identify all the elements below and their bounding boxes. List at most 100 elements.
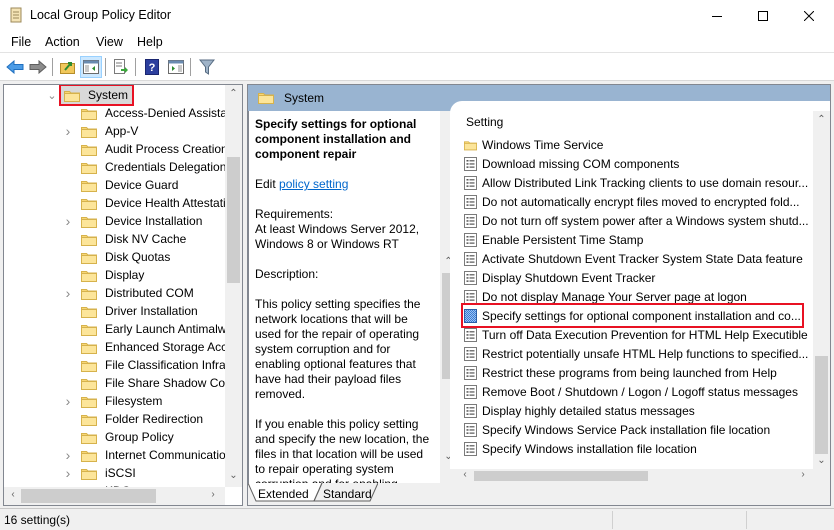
tree-node[interactable]: File Classification Infras: [81, 356, 225, 374]
setting-row[interactable]: Display Shutdown Event Tracker: [464, 268, 655, 287]
setting-row[interactable]: Do not turn off system power after a Win…: [464, 211, 809, 230]
tree-node[interactable]: Device Guard: [81, 176, 178, 194]
window-title: Local Group Policy Editor: [30, 8, 172, 22]
chevron-right-icon[interactable]: ›: [63, 213, 73, 229]
chevron-right-icon[interactable]: ›: [63, 465, 73, 481]
show-hide-console-tree-button[interactable]: [80, 56, 102, 78]
folder-icon: [464, 140, 477, 150]
tree-node-system[interactable]: ⌄ System: [47, 85, 135, 106]
tree-node[interactable]: Credentials Delegation: [81, 158, 225, 176]
scrollbar-thumb[interactable]: [227, 157, 240, 283]
setting-row[interactable]: Enable Persistent Time Stamp: [464, 230, 643, 249]
tree-node[interactable]: Display: [81, 266, 144, 284]
maximize-button[interactable]: [740, 0, 786, 31]
scroll-down-icon[interactable]: ⌄: [813, 455, 830, 466]
tree-horizontal-scrollbar[interactable]: ‹ ›: [4, 487, 225, 505]
menu-help[interactable]: Help: [137, 35, 163, 49]
setting-row[interactable]: Specify Windows installation file locati…: [464, 439, 697, 458]
chevron-right-icon[interactable]: ›: [63, 447, 73, 463]
setting-row[interactable]: Do not automatically encrypt files moved…: [464, 192, 800, 211]
policy-setting-icon: [464, 289, 477, 304]
setting-row[interactable]: Specify Windows Service Pack installatio…: [464, 420, 770, 439]
column-header-setting[interactable]: Setting: [466, 115, 503, 129]
setting-row[interactable]: Do not display Manage Your Server page a…: [464, 287, 747, 306]
policy-setting-icon: [464, 194, 477, 209]
tree-node[interactable]: Audit Process Creation: [81, 140, 225, 158]
tree-node[interactable]: Access-Denied Assistar: [81, 104, 225, 122]
setting-row[interactable]: Download missing COM components: [464, 154, 679, 173]
toolbar-separator: [135, 58, 136, 76]
policy-setting-icon: [464, 175, 477, 190]
tree-node[interactable]: › App-V: [66, 122, 139, 140]
tree-node-label: Enhanced Storage Acce: [105, 340, 225, 354]
settings-horizontal-scrollbar[interactable]: ‹ ›: [458, 469, 812, 483]
setting-row[interactable]: Turn off Data Execution Prevention for H…: [464, 325, 808, 344]
tree-node-label: Filesystem: [105, 394, 163, 408]
scroll-left-icon[interactable]: ‹: [8, 489, 18, 500]
edit-policy-setting-link[interactable]: policy setting: [279, 177, 348, 191]
scrollbar-thumb[interactable]: [21, 489, 156, 503]
help-button[interactable]: ?: [141, 56, 163, 78]
forward-button[interactable]: [27, 56, 49, 78]
scroll-up-icon[interactable]: ⌃: [225, 88, 242, 99]
up-folder-button[interactable]: [57, 56, 79, 78]
settings-list: Setting Windows Time Service Download mis…: [450, 101, 830, 469]
settings-vertical-scrollbar[interactable]: ⌃ ⌄: [813, 111, 830, 471]
tree-node[interactable]: Group Policy: [81, 428, 174, 446]
tree-node[interactable]: › iSCSI: [66, 464, 136, 482]
scrollbar-thumb[interactable]: [474, 471, 648, 481]
menu-view[interactable]: View: [96, 35, 123, 49]
setting-row[interactable]: Restrict potentially unsafe HTML Help fu…: [464, 344, 808, 363]
tab-standard[interactable]: Standard: [323, 483, 372, 503]
close-button[interactable]: [786, 0, 832, 31]
scroll-up-icon[interactable]: ⌃: [813, 114, 830, 125]
scroll-left-icon[interactable]: ‹: [460, 469, 470, 480]
close-icon: [804, 10, 814, 21]
tab-extended[interactable]: Extended: [258, 483, 309, 503]
chevron-right-icon[interactable]: ›: [63, 393, 73, 409]
show-hide-action-pane-button[interactable]: [165, 56, 187, 78]
group-policy-app-icon: [10, 7, 22, 23]
scroll-down-icon[interactable]: ⌄: [225, 470, 242, 481]
setting-row[interactable]: Display highly detailed status messages: [464, 401, 695, 420]
tree-node[interactable]: › Filesystem: [66, 392, 163, 410]
tree-node[interactable]: › Internet Communicatio: [66, 446, 225, 464]
policy-setting-icon: [464, 213, 477, 228]
tree-node[interactable]: Disk Quotas: [81, 248, 170, 266]
chevron-right-icon[interactable]: ›: [63, 285, 73, 301]
tree-node[interactable]: Disk NV Cache: [81, 230, 186, 248]
tree-node[interactable]: File Share Shadow Cop: [81, 374, 225, 392]
scrollbar-thumb[interactable]: [815, 356, 828, 454]
back-button[interactable]: [4, 56, 26, 78]
tree-node[interactable]: › Distributed COM: [66, 284, 194, 302]
setting-folder-row[interactable]: Windows Time Service: [464, 135, 603, 154]
tree-node[interactable]: Early Launch Antimalw: [81, 320, 225, 338]
setting-row[interactable]: Restrict these programs from being launc…: [464, 363, 777, 382]
setting-row[interactable]: Specify settings for optional component …: [461, 303, 804, 328]
menu-file[interactable]: File: [11, 35, 31, 49]
folder-icon: [81, 234, 97, 246]
tree-node[interactable]: Device Health Attestati: [81, 194, 225, 212]
tree-node-label: Credentials Delegation: [105, 160, 225, 174]
scroll-right-icon[interactable]: ›: [798, 469, 808, 480]
tree-vertical-scrollbar[interactable]: ⌃ ⌄: [225, 85, 242, 487]
scroll-right-icon[interactable]: ›: [208, 489, 218, 500]
setting-row[interactable]: Remove Boot / Shutdown / Logon / Logoff …: [464, 382, 798, 401]
menu-action[interactable]: Action: [45, 35, 80, 49]
setting-row[interactable]: Allow Distributed Link Tracking clients …: [464, 173, 808, 192]
minimize-button[interactable]: [694, 0, 740, 31]
chevron-down-icon[interactable]: ⌄: [47, 89, 57, 102]
setting-label: Activate Shutdown Event Tracker System S…: [482, 251, 803, 266]
tree-node[interactable]: Driver Installation: [81, 302, 198, 320]
setting-row[interactable]: Activate Shutdown Event Tracker System S…: [464, 249, 803, 268]
tree-node[interactable]: › Device Installation: [66, 212, 203, 230]
tree-node-label: Device Installation: [105, 214, 203, 228]
svg-text:?: ?: [149, 62, 156, 74]
folder-icon: [81, 270, 97, 282]
details-header-title: System: [284, 91, 325, 105]
tree-node[interactable]: Enhanced Storage Acce: [81, 338, 225, 356]
filter-button[interactable]: [196, 56, 218, 78]
export-list-button[interactable]: [110, 56, 132, 78]
chevron-right-icon[interactable]: ›: [63, 123, 73, 139]
tree-node[interactable]: Folder Redirection: [81, 410, 203, 428]
